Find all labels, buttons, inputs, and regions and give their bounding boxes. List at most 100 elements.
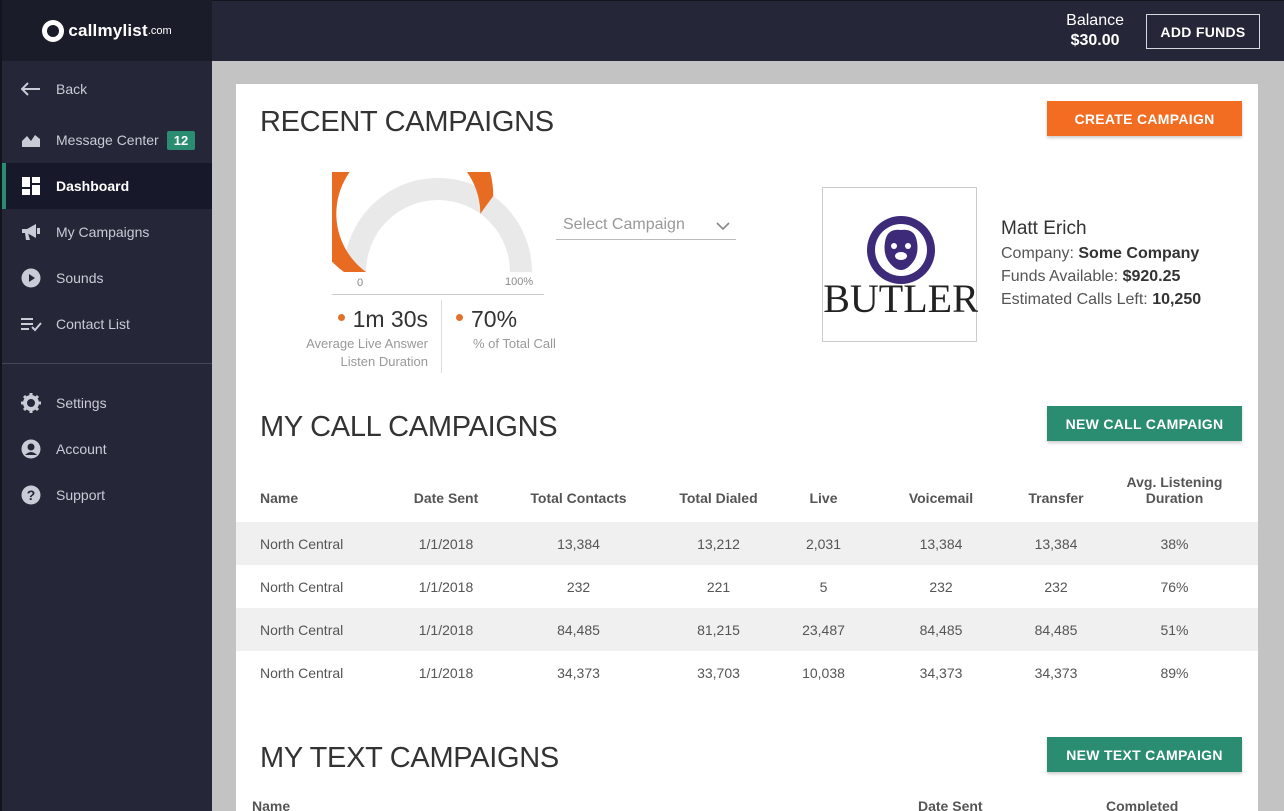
call-campaigns-title: MY CALL CAMPAIGNS (260, 411, 558, 443)
table-cell: 13,384 (506, 522, 651, 565)
table-cell: North Central (260, 664, 344, 681)
sidebar-item-sounds[interactable]: Sounds (2, 255, 212, 301)
sidebar-item-label: Sounds (56, 270, 104, 286)
profile-calls-left: Estimated Calls Left: 10,250 (1001, 291, 1202, 308)
table-cell: 33,703 (697, 664, 740, 681)
campaign-select-placeholder: Select Campaign (563, 215, 685, 233)
new-text-campaign-button[interactable]: NEW TEXT CAMPAIGN (1047, 737, 1242, 772)
table-cell: 10,038 (802, 664, 845, 681)
campaign-gauge (332, 172, 532, 272)
table-cell: 84,485 (1021, 608, 1091, 651)
chevron-down-icon (716, 218, 730, 236)
table-cell: 23,487 (786, 608, 861, 651)
table-cell: 2,031 (786, 522, 861, 565)
table-cell: 232 (566, 578, 591, 595)
message-count-badge: 12 (166, 130, 196, 150)
table-cell: 232 (1044, 578, 1068, 595)
campaign-select[interactable]: Select Campaign (556, 210, 736, 240)
text-campaigns-title: MY TEXT CAMPAIGNS (260, 742, 559, 774)
gauge-track (344, 178, 532, 272)
brand-name: callmylist (68, 20, 148, 40)
sidebar-item-my-campaigns[interactable]: My Campaigns (2, 209, 212, 255)
stat-separator (441, 300, 442, 373)
profile-company: Company: Some Company (1001, 245, 1200, 262)
brand-logo[interactable]: callmylist .com (42, 19, 172, 42)
table-cell: North Central (236, 522, 386, 565)
add-funds-button[interactable]: ADD FUNDS (1146, 14, 1260, 49)
sidebar-item-label: Dashboard (56, 178, 130, 194)
avg-listen-label-1: Average Live Answer (306, 336, 428, 351)
column-header-avg-listening[interactable]: Avg. Listening Duration (1091, 454, 1258, 522)
sidebar-item-label: Account (56, 441, 107, 457)
new-call-campaign-button[interactable]: NEW CALL CAMPAIGN (1047, 406, 1242, 441)
profile-funds: Funds Available: $920.25 (1001, 268, 1181, 285)
call-campaigns-rows: North Central 1/1/2018 13,384 13,212 2,031 13… (236, 522, 1258, 694)
create-campaign-button[interactable]: CREATE CAMPAIGN (1047, 101, 1242, 136)
sidebar-item-contact-list[interactable]: Contact List (2, 301, 212, 347)
table-cell: 1/1/2018 (418, 664, 474, 681)
column-header-date-sent[interactable]: Date Sent (386, 454, 506, 522)
stat-dot-icon (456, 314, 463, 322)
table-header-row: Name Date Sent Total Contacts Total Dial… (236, 454, 1258, 522)
dashboard-icon (20, 175, 42, 197)
text-column-header-completed[interactable]: Completed (1106, 798, 1178, 811)
table-cell: 232 (929, 578, 953, 595)
table-cell: 13,384 (861, 522, 1021, 565)
sidebar-item-dashboard[interactable]: Dashboard (2, 163, 212, 209)
sidebar-item-label: Support (56, 487, 106, 503)
sidebar-item-message-center[interactable]: Message Center 12 (2, 117, 212, 163)
text-column-header-date-sent[interactable]: Date Sent (918, 798, 983, 811)
back-link[interactable]: Back (2, 61, 212, 117)
total-call-label: % of Total Call (473, 336, 556, 351)
table-cell: 34,373 (919, 664, 963, 681)
column-header-total-dialed[interactable]: Total Dialed (651, 454, 786, 522)
table-cell: 13,384 (1021, 522, 1091, 565)
arrow-left-icon (20, 78, 42, 100)
total-call-stat: 70% % of Total Call (456, 306, 556, 353)
recent-campaigns-title: RECENT CAMPAIGNS (260, 106, 554, 138)
table-cell: 34,373 (557, 664, 600, 681)
total-call-value: 70% (471, 306, 518, 332)
column-header-live[interactable]: Live (786, 454, 861, 522)
text-column-header-name[interactable]: Name (252, 798, 290, 811)
chart-icon (20, 129, 42, 151)
table-row[interactable]: North Central 1/1/2018 34,373 33,703 10,038 3… (236, 651, 1258, 694)
play-icon (20, 267, 42, 289)
table-cell: 34,373 (1034, 664, 1078, 681)
avg-listen-label-2: Listen Duration (340, 354, 428, 369)
logo-wordmark: BUTLER (823, 276, 978, 321)
table-cell: 76% (1160, 578, 1189, 595)
profile-summary: Matt Erich Company: Some Company Funds A… (1001, 217, 1201, 311)
table-cell: 51% (1091, 608, 1258, 651)
avg-listen-stat: 1m 30s Average Live Answer Listen Durati… (288, 306, 428, 371)
column-header-voicemail[interactable]: Voicemail (861, 454, 1021, 522)
sidebar-item-label: Message Center (56, 132, 159, 148)
sidebar-item-settings[interactable]: Settings (2, 380, 212, 426)
sidebar-item-account[interactable]: Account (2, 426, 212, 472)
sidebar-divider (2, 363, 212, 364)
megaphone-icon (20, 221, 42, 243)
dashboard-card: RECENT CAMPAIGNS CREATE CAMPAIGN 0 100% … (236, 84, 1258, 811)
call-campaigns-table: Name Date Sent Total Contacts Total Dial… (236, 454, 1258, 694)
table-cell: 13,212 (651, 522, 786, 565)
column-header-transfer[interactable]: Transfer (1021, 454, 1091, 522)
back-label: Back (56, 81, 88, 97)
gauge-max-label: 100% (505, 276, 534, 288)
top-bar: Balance $30.00 ADD FUNDS (212, 0, 1284, 61)
table-row[interactable]: North Central 1/1/2018 232 221 5 232 232 76% (236, 565, 1258, 608)
sidebar-item-label: Contact List (56, 316, 130, 332)
sidebar-item-label: My Campaigns (56, 224, 150, 240)
sidebar-item-support[interactable]: ? Support (2, 472, 212, 518)
table-row[interactable]: North Central 1/1/2018 13,384 13,212 2,031 13… (236, 522, 1258, 565)
column-header-name[interactable]: Name (236, 454, 386, 522)
svg-text:?: ? (27, 487, 36, 503)
column-header-total-contacts[interactable]: Total Contacts (506, 454, 651, 522)
table-cell: North Central (260, 578, 344, 595)
table-cell: 5 (819, 578, 828, 595)
stat-dot-icon (337, 314, 345, 322)
sidebar: callmylist .com Back Message Center 12 Da… (0, 0, 212, 811)
table-cell: 1/1/2018 (386, 608, 506, 651)
gear-icon (20, 392, 42, 414)
table-row[interactable]: North Central 1/1/2018 84,485 81,215 23,487 8… (236, 608, 1258, 651)
avg-listen-value: 1m 30s (352, 306, 428, 332)
